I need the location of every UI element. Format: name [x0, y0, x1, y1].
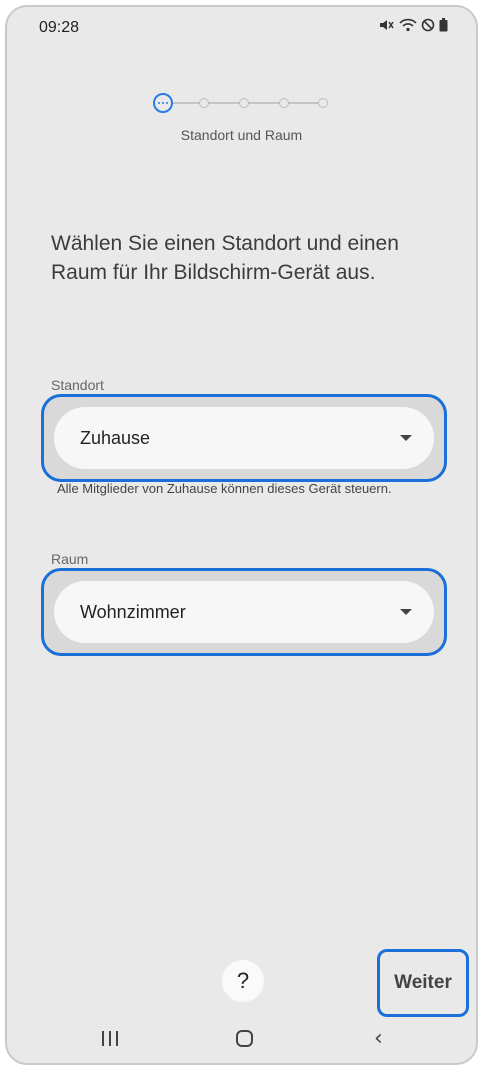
- location-label: Standort: [51, 377, 104, 393]
- step-dot-5: [318, 98, 328, 108]
- status-icons: [379, 18, 448, 37]
- status-bar: 09:28: [7, 7, 476, 51]
- chevron-down-icon: [400, 435, 412, 441]
- page-heading: Wählen Sie einen Standort und einen Raum…: [51, 232, 399, 284]
- help-button[interactable]: ?: [222, 960, 264, 1002]
- status-time: 09:28: [39, 19, 80, 36]
- recents-icon[interactable]: [102, 1031, 118, 1046]
- next-highlight: Weiter: [377, 949, 469, 1017]
- chevron-down-icon: [400, 609, 412, 615]
- next-button[interactable]: Weiter: [380, 952, 466, 1014]
- battery-icon: [439, 18, 448, 37]
- phone-screen: 09:28 Standort und Raum Wählen Sie einen…: [5, 5, 478, 1065]
- step-label: Standort und Raum: [180, 127, 303, 143]
- location-helper-text: Alle Mitglieder von Zuhause können diese…: [57, 481, 392, 496]
- room-highlight: Wohnzimmer: [41, 568, 447, 656]
- step-dot-3: [239, 98, 249, 108]
- step-dot-4: [279, 98, 289, 108]
- room-value: Wohnzimmer: [80, 601, 186, 622]
- wifi-icon: [399, 18, 417, 37]
- step-current-icon: [153, 93, 173, 113]
- location-value: Zuhause: [80, 427, 151, 448]
- step-dot-2: [199, 98, 209, 108]
- room-dropdown[interactable]: Wohnzimmer: [54, 581, 434, 643]
- back-icon[interactable]: ‹: [374, 1028, 383, 1050]
- location-dropdown[interactable]: Zuhause: [54, 407, 434, 469]
- navigation-bar: ‹: [7, 1013, 476, 1063]
- do-not-disturb-icon: [421, 18, 435, 37]
- room-label: Raum: [51, 551, 89, 567]
- location-highlight: Zuhause: [41, 394, 447, 482]
- mute-icon: [379, 18, 395, 37]
- home-icon[interactable]: [236, 1030, 253, 1047]
